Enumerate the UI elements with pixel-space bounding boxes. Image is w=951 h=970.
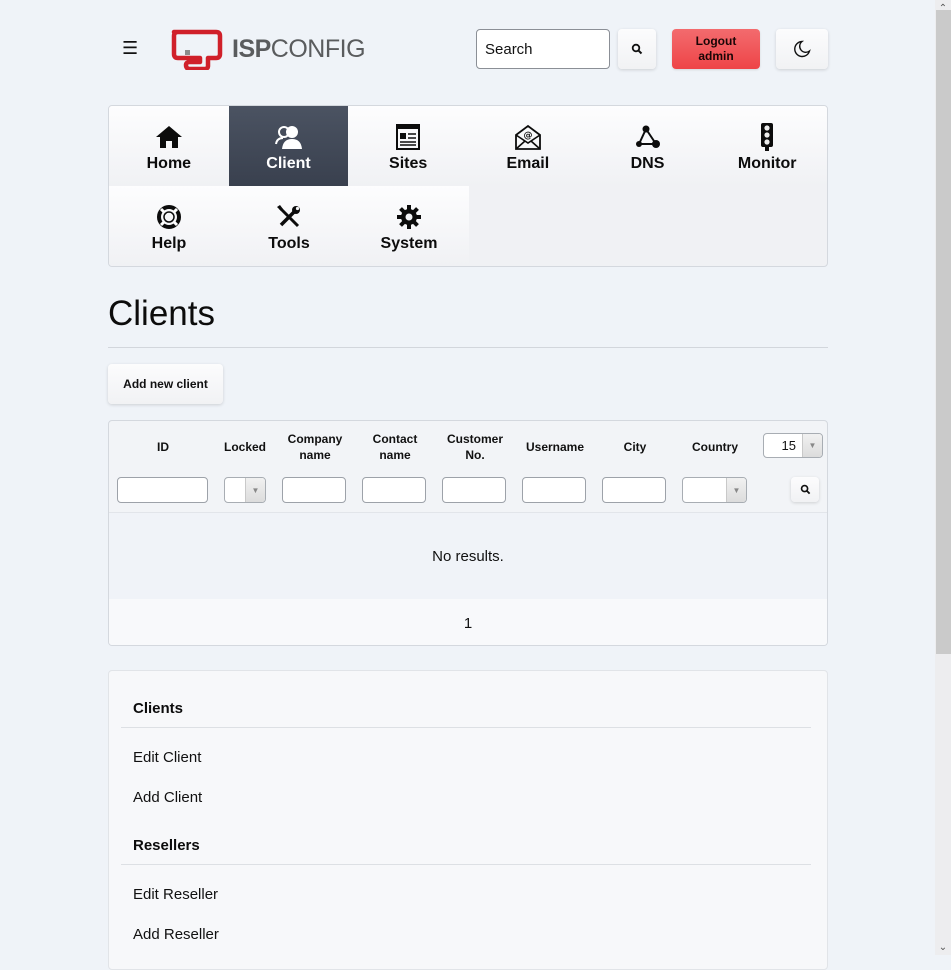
moon-icon: [794, 40, 811, 58]
column-header-company-name[interactable]: Company name: [283, 431, 347, 463]
tools-icon: [276, 202, 302, 232]
menu-section-resellers: Resellers: [133, 837, 200, 854]
filter-contact-name-input[interactable]: [362, 477, 426, 503]
nav-item-monitor[interactable]: Monitor: [707, 106, 827, 186]
page-title: Clients: [108, 294, 215, 333]
logout-user: admin: [698, 49, 734, 63]
filter-id-input[interactable]: [117, 477, 208, 503]
nav-item-email[interactable]: @ Email: [468, 106, 588, 186]
page-link-1[interactable]: 1: [464, 615, 472, 632]
filter-country-select[interactable]: ▼: [682, 477, 747, 503]
nav-item-dns[interactable]: DNS: [587, 106, 708, 186]
svg-text:@: @: [523, 131, 532, 141]
filter-username-input[interactable]: [522, 477, 586, 503]
chevron-down-icon: ▼: [726, 478, 746, 502]
main-nav: Home Client Sites @ Email DNS Monitor He…: [108, 105, 828, 267]
home-icon: [155, 122, 183, 152]
nav-item-system[interactable]: System: [349, 186, 469, 266]
hamburger-icon[interactable]: ☰: [122, 38, 138, 58]
search-button[interactable]: [618, 29, 656, 69]
search-icon: [631, 43, 643, 55]
nav-label: Help: [151, 235, 187, 252]
nav-item-help[interactable]: Help: [109, 186, 229, 266]
filter-city-input[interactable]: [602, 477, 666, 503]
nav-item-tools[interactable]: Tools: [229, 186, 349, 266]
per-page-select[interactable]: 15 ▼: [763, 433, 823, 458]
logout-label: Logout: [695, 34, 737, 48]
per-page-value: 15: [781, 438, 796, 453]
column-header-customer-no[interactable]: Customer No.: [443, 431, 507, 463]
chevron-down-icon: ▼: [802, 434, 822, 457]
page-scrollbar[interactable]: ⌃ ⌄: [935, 0, 951, 955]
column-header-username[interactable]: Username: [519, 439, 591, 455]
email-icon: @: [514, 122, 541, 152]
client-icon: [274, 122, 303, 152]
logo[interactable]: ISPCONFIG: [168, 28, 366, 70]
nav-label: Client: [266, 155, 311, 172]
help-icon: [156, 202, 182, 232]
nav-label: Email: [506, 155, 550, 172]
menu-link-add-reseller[interactable]: Add Reseller: [133, 926, 219, 943]
menu-link-add-client[interactable]: Add Client: [133, 789, 202, 806]
column-header-id[interactable]: ID: [118, 439, 208, 455]
nav-label: System: [380, 235, 438, 252]
nav-label: Sites: [389, 155, 428, 172]
search-input[interactable]: [476, 29, 610, 69]
logo-text: ISPCONFIG: [232, 34, 366, 63]
pagination: 1: [109, 599, 827, 645]
menu-divider: [121, 864, 811, 865]
menu-link-edit-reseller[interactable]: Edit Reseller: [133, 886, 218, 903]
module-menu: Clients Edit Client Add Client Resellers…: [108, 670, 828, 970]
column-header-city[interactable]: City: [603, 439, 667, 455]
header: ☰ ISPCONFIG Logout admin: [108, 28, 828, 70]
search-icon: [800, 484, 810, 495]
sites-icon: [396, 122, 421, 152]
scroll-down-icon[interactable]: ⌄: [935, 939, 951, 955]
nav-item-home[interactable]: Home: [109, 106, 229, 186]
empty-message: No results.: [109, 513, 827, 599]
chevron-down-icon: ▼: [245, 478, 265, 502]
menu-divider: [121, 727, 811, 728]
ispconfig-logo-icon: [171, 29, 223, 70]
column-header-locked[interactable]: Locked: [224, 439, 266, 455]
nav-label: Home: [146, 155, 192, 172]
filter-customer-no-input[interactable]: [442, 477, 506, 503]
nav-item-sites[interactable]: Sites: [348, 106, 469, 186]
nav-item-client[interactable]: Client: [228, 106, 349, 186]
add-new-client-button[interactable]: Add new client: [108, 364, 223, 404]
logout-button[interactable]: Logout admin: [672, 29, 760, 69]
scrollbar-thumb[interactable]: [936, 10, 951, 654]
filter-search-button[interactable]: [791, 477, 819, 502]
nav-label: Monitor: [737, 155, 797, 172]
theme-toggle-button[interactable]: [776, 29, 828, 69]
title-divider: [108, 347, 828, 348]
column-header-contact-name[interactable]: Contact name: [363, 431, 427, 463]
column-header-country[interactable]: Country: [683, 439, 747, 455]
clients-table: ID Locked Company name Contact name Custom…: [108, 420, 828, 646]
nav-label: DNS: [630, 155, 665, 172]
dns-icon: [634, 122, 662, 152]
menu-link-edit-client[interactable]: Edit Client: [133, 749, 201, 766]
monitor-icon: [759, 122, 775, 152]
filter-company-name-input[interactable]: [282, 477, 346, 503]
system-icon: [396, 202, 422, 232]
nav-label: Tools: [268, 235, 310, 252]
menu-section-clients: Clients: [133, 700, 184, 717]
filter-locked-select[interactable]: ▼: [224, 477, 266, 503]
